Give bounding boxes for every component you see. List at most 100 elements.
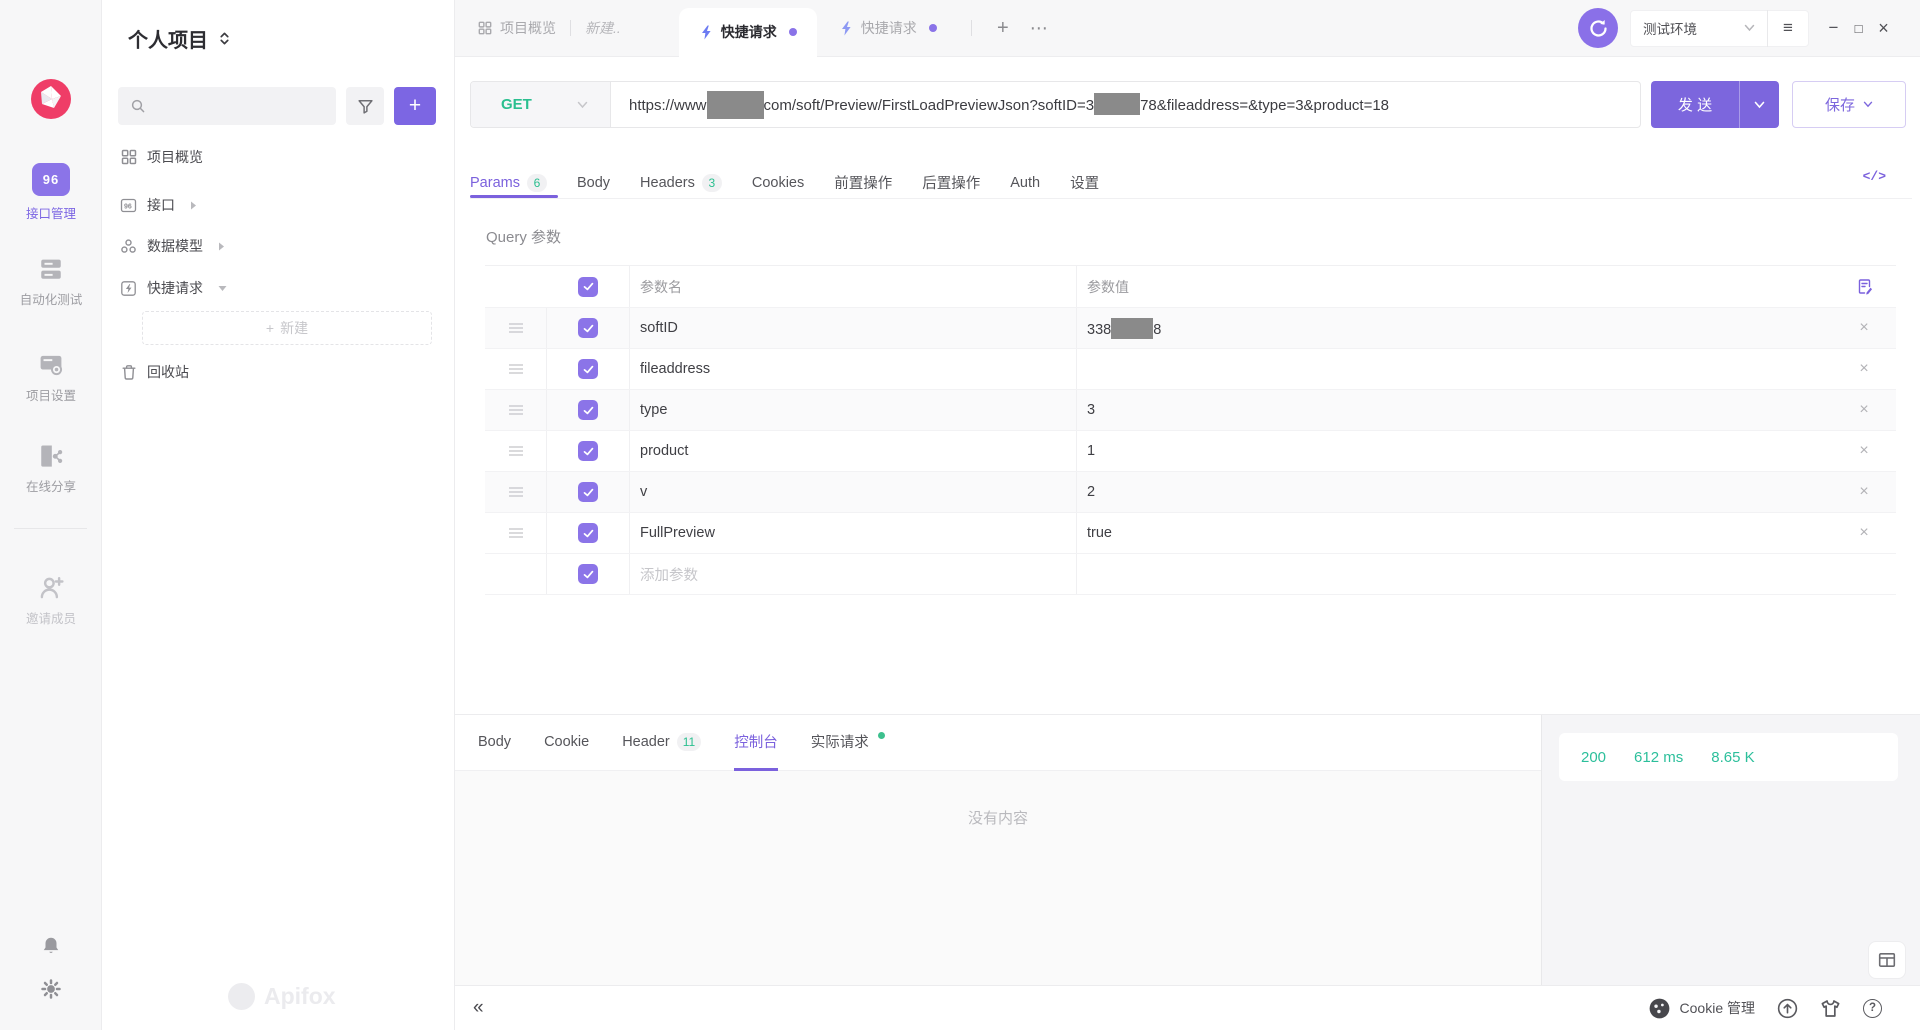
add-param-value-input[interactable] <box>1077 554 1832 594</box>
search-input[interactable] <box>118 87 336 125</box>
tab-new[interactable]: 新建.. <box>585 18 621 38</box>
drag-handle[interactable] <box>485 390 547 430</box>
filter-button[interactable] <box>346 87 384 125</box>
delete-row-button[interactable]: × <box>1832 431 1896 471</box>
sidebar-item-online-share[interactable]: 在线分享 <box>0 443 102 495</box>
sidebar-item-label: 接口管理 <box>26 203 76 222</box>
drag-handle[interactable] <box>485 349 547 389</box>
notifications-bell-icon[interactable] <box>41 936 61 956</box>
help-icon[interactable]: ? <box>1863 999 1882 1018</box>
tab-params[interactable]: Params 6 <box>470 174 547 192</box>
tab-cookies[interactable]: Cookies <box>752 175 804 191</box>
param-name-input[interactable]: FullPreview <box>630 513 1077 553</box>
window-minimize-button[interactable]: − <box>1821 18 1846 38</box>
tab-quick-request-2[interactable]: 快捷请求 <box>819 18 957 38</box>
response-size: 8.65 K <box>1711 749 1754 766</box>
collapse-sidebar-button[interactable]: « <box>473 997 484 1019</box>
menu-item-project-overview[interactable]: 项目概览 <box>102 140 454 174</box>
sidebar-item-project-settings[interactable]: 项目设置 <box>0 352 102 404</box>
tab-settings[interactable]: 设置 <box>1070 172 1099 193</box>
row-checkbox[interactable] <box>578 523 598 543</box>
delete-row-button[interactable]: × <box>1832 513 1896 553</box>
menu-hamburger-icon[interactable]: ≡ <box>1768 18 1808 38</box>
tab-post-processors[interactable]: 后置操作 <box>922 172 980 193</box>
param-name-input[interactable]: fileaddress <box>630 349 1077 389</box>
param-value-input[interactable]: 1 <box>1077 431 1832 471</box>
menu-item-api[interactable]: 96 接口 <box>102 188 454 222</box>
add-param-input[interactable]: 添加参数 <box>630 554 1077 594</box>
new-request-button[interactable]: + 新建 <box>142 311 432 345</box>
row-checkbox[interactable] <box>578 482 598 502</box>
row-checkbox[interactable] <box>578 318 598 338</box>
drag-handle[interactable] <box>485 431 547 471</box>
add-param-row: 添加参数 <box>485 554 1896 595</box>
row-checkbox[interactable] <box>578 400 598 420</box>
tab-auth[interactable]: Auth <box>1010 175 1040 191</box>
window-close-button[interactable]: × <box>1871 18 1896 39</box>
drag-handle[interactable] <box>485 513 547 553</box>
save-button[interactable]: 保存 <box>1792 81 1906 128</box>
tab-response-cookie[interactable]: Cookie <box>544 715 589 771</box>
method-select[interactable]: GET <box>471 82 611 127</box>
code-view-toggle[interactable]: </> <box>1863 169 1886 184</box>
response-status-card: 200 612 ms 8.65 K <box>1559 733 1898 781</box>
tab-pre-processors[interactable]: 前置操作 <box>834 172 892 193</box>
menu-item-quick-request[interactable]: 快捷请求 <box>102 271 454 305</box>
row-checkbox[interactable] <box>578 359 598 379</box>
settings-gear-icon[interactable] <box>41 979 61 999</box>
param-name-input[interactable]: product <box>630 431 1077 471</box>
tab-body[interactable]: Body <box>577 175 610 191</box>
column-header-value: 参数值 <box>1077 266 1832 307</box>
project-switcher-icon[interactable] <box>218 31 231 46</box>
tab-actual-request[interactable]: 实际请求 <box>811 715 885 771</box>
send-button[interactable]: 发 送 <box>1651 81 1779 128</box>
tab-console[interactable]: 控制台 <box>734 715 778 771</box>
drag-handle[interactable] <box>485 472 547 512</box>
environment-select[interactable]: 测试环境 <box>1631 18 1767 38</box>
param-value-input[interactable]: true <box>1077 513 1832 553</box>
sidebar-item-invite-members[interactable]: 邀请成员 <box>0 575 102 627</box>
more-tabs-button[interactable]: ⋯ <box>1030 18 1050 39</box>
drag-handle[interactable] <box>485 308 547 348</box>
sidebar-item-automated-testing[interactable]: 自动化测试 <box>0 256 102 308</box>
url-input[interactable]: https://wwwcom/soft/Preview/FirstLoadPre… <box>611 82 1640 127</box>
online-share-icon <box>38 443 64 469</box>
window-maximize-button[interactable]: □ <box>1846 21 1871 36</box>
upload-icon[interactable] <box>1777 998 1798 1019</box>
tab-headers[interactable]: Headers 3 <box>640 174 722 192</box>
delete-row-button[interactable]: × <box>1832 390 1896 430</box>
chevron-down-icon <box>217 284 228 293</box>
delete-row-button[interactable]: × <box>1832 472 1896 512</box>
menu-item-data-model[interactable]: 数据模型 <box>102 229 454 263</box>
tab-response-header[interactable]: Header 11 <box>622 715 701 771</box>
param-value-input[interactable]: 2 <box>1077 472 1832 512</box>
tab-quick-request-active[interactable]: 快捷请求 <box>679 8 817 56</box>
param-value-input[interactable]: 3 <box>1077 390 1832 430</box>
table-row: product 1 × <box>485 431 1896 472</box>
add-button[interactable]: + <box>394 87 436 125</box>
bulk-edit-icon[interactable] <box>1832 266 1896 307</box>
sync-refresh-button[interactable] <box>1578 8 1618 48</box>
param-name-input[interactable]: v <box>630 472 1077 512</box>
sidebar-item-api-management[interactable]: 96 接口管理 <box>0 163 102 222</box>
param-name-input[interactable]: type <box>630 390 1077 430</box>
apifox-logo-icon[interactable] <box>31 79 71 119</box>
delete-row-button[interactable]: × <box>1832 308 1896 348</box>
select-all-checkbox[interactable] <box>578 277 598 297</box>
send-options-chevron-icon[interactable] <box>1740 101 1779 109</box>
project-title[interactable]: 个人项目 <box>128 24 208 53</box>
param-value-input[interactable]: 3388 <box>1077 308 1832 348</box>
row-checkbox[interactable] <box>578 441 598 461</box>
row-checkbox[interactable] <box>578 564 598 584</box>
cookie-manager-button[interactable]: Cookie 管理 <box>1648 997 1755 1020</box>
menu-item-recycle-bin[interactable]: 回收站 <box>102 355 454 389</box>
api-icon: 96 <box>120 197 137 214</box>
new-tab-button[interactable]: + <box>986 17 1020 40</box>
param-name-input[interactable]: softID <box>630 308 1077 348</box>
tab-project-overview[interactable]: 项目概览 <box>478 18 556 38</box>
theme-shirt-icon[interactable] <box>1820 998 1841 1019</box>
layout-toggle-button[interactable] <box>1868 941 1906 979</box>
tab-response-body[interactable]: Body <box>478 715 511 771</box>
delete-row-button[interactable]: × <box>1832 349 1896 389</box>
param-value-input[interactable] <box>1077 349 1832 389</box>
